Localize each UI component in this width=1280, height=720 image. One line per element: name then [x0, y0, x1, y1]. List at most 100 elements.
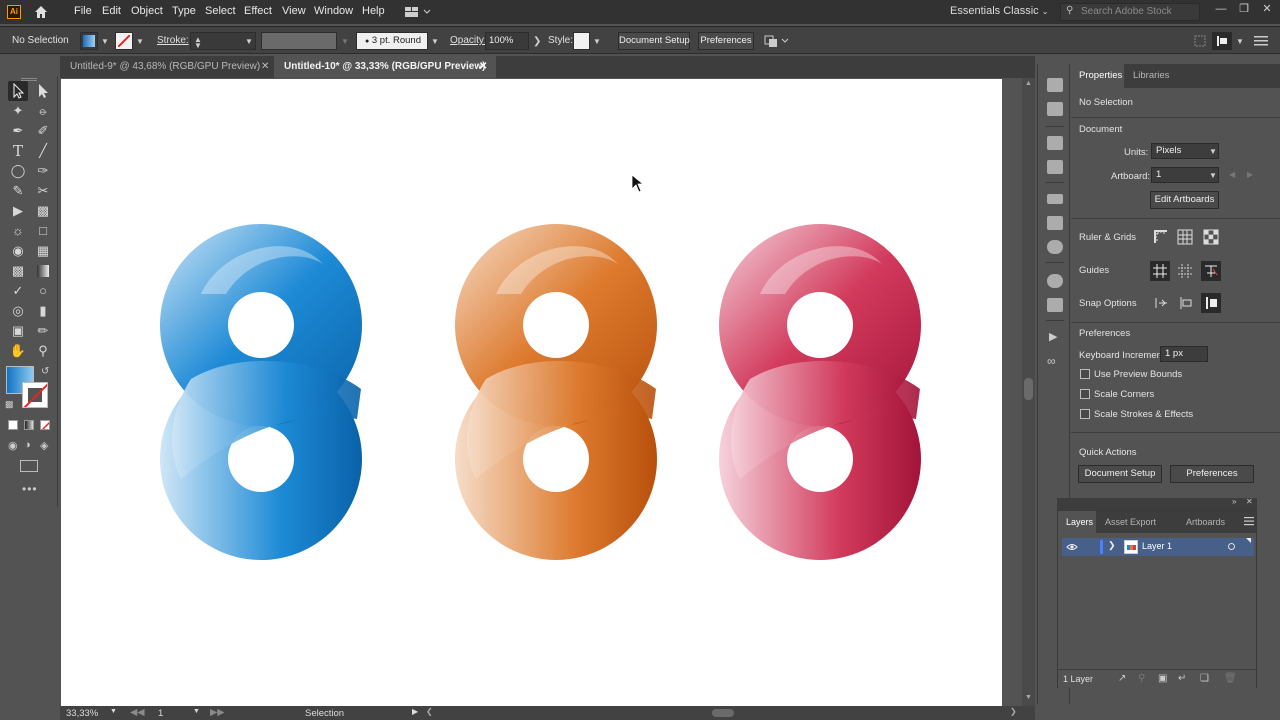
pen-tool-icon[interactable]: ✒ [8, 121, 28, 141]
artboard-dropdown-icon[interactable]: ▼ [193, 708, 200, 715]
minimize-icon[interactable]: — [1214, 3, 1228, 17]
eyedropper-icon[interactable]: ✓ [8, 281, 28, 301]
preferences-button[interactable]: Preferences [698, 32, 754, 50]
clipping-mask-icon[interactable]: ▣ [1158, 673, 1167, 684]
snap-to-grid-icon[interactable] [1177, 295, 1193, 311]
artboard[interactable] [61, 79, 1002, 706]
snap-dropdown-icon[interactable]: ▼ [1236, 37, 1244, 46]
prev-artboard-icon[interactable]: ◀ [1229, 170, 1235, 179]
tab-layers[interactable]: Layers [1066, 517, 1093, 527]
lock-guides-icon[interactable] [1177, 263, 1193, 279]
stroke-label[interactable]: Stroke: [157, 35, 189, 46]
warp-tool-icon[interactable]: ☼ [8, 221, 28, 241]
zoom-dropdown-icon[interactable]: ▼ [110, 708, 117, 715]
snap-to-point-icon[interactable] [1153, 295, 1169, 311]
links-icon[interactable]: ∞ [1047, 354, 1056, 368]
symbol-sprayer-icon[interactable]: ◎ [8, 301, 28, 321]
blend-tool-icon[interactable]: ○ [33, 281, 53, 301]
stroke-color-swatch[interactable] [22, 382, 48, 408]
arrange-documents-icon[interactable] [404, 5, 432, 19]
selection-tool-icon[interactable] [8, 81, 28, 101]
locate-object-icon[interactable]: ⚲ [1138, 673, 1145, 684]
first-artboard-icon[interactable]: ◀◀ [130, 707, 145, 718]
new-sublayer-icon[interactable]: ↵ [1178, 673, 1186, 684]
brush-definition[interactable]: ● 3 pt. Round [356, 32, 428, 50]
artboard-number[interactable]: 1 [158, 708, 163, 719]
restore-icon[interactable]: ❐ [1237, 3, 1251, 17]
menu-file[interactable]: File [74, 5, 92, 17]
zoom-level[interactable]: 33,33% [66, 708, 98, 719]
collapse-panel-icon[interactable]: » [1232, 497, 1236, 506]
snap-to-pixel-option-button[interactable] [1201, 293, 1221, 313]
gradient-panel-icon[interactable] [1047, 216, 1063, 230]
close-window-icon[interactable]: ✕ [1260, 3, 1274, 17]
new-layer-icon[interactable]: ❏ [1200, 673, 1209, 684]
menu-window[interactable]: Window [314, 5, 353, 17]
draw-inside-icon[interactable]: ◈ [40, 439, 48, 452]
units-dropdown[interactable]: Pixels ▼ [1151, 143, 1219, 159]
scissors-icon[interactable]: ✂ [33, 181, 53, 201]
menu-edit[interactable]: Edit [102, 5, 121, 17]
none-mode-icon[interactable] [40, 420, 50, 430]
expand-layer-icon[interactable]: ❯ [1108, 540, 1116, 551]
search-stock-input[interactable]: ⚲ Search Adobe Stock [1060, 3, 1200, 21]
line-tool-icon[interactable]: ╱ [33, 141, 53, 161]
tab-properties[interactable]: Properties [1079, 70, 1122, 81]
fill-swatch[interactable] [80, 32, 98, 50]
menu-select[interactable]: Select [205, 5, 236, 17]
workspace-switcher[interactable]: Essentials Classic ⌄ [942, 2, 1056, 22]
transparency-icon[interactable] [1047, 240, 1063, 254]
shaper-tool-icon[interactable]: ✎ [8, 181, 28, 201]
edit-artboards-button[interactable]: Edit Artboards [1150, 191, 1219, 209]
perspective-grid-icon[interactable]: ▦ [33, 241, 53, 261]
hscroll-left-icon[interactable]: ❮ [426, 707, 433, 716]
artboard-tool-icon[interactable]: ▣ [8, 321, 28, 341]
type-tool-icon[interactable]: T [8, 141, 28, 161]
graphic-style-swatch[interactable] [573, 32, 590, 50]
delete-layer-icon[interactable]: 🗑 [1224, 673, 1237, 684]
target-icon[interactable] [1228, 543, 1235, 550]
export-icon[interactable] [1047, 298, 1063, 312]
direct-selection-tool-icon[interactable] [33, 81, 53, 101]
tab-untitled-9[interactable]: Untitled-9* @ 43,68% (RGB/GPU Preview) ✕ [60, 56, 274, 78]
qa-document-setup-button[interactable]: Document Setup [1078, 465, 1162, 483]
eye-icon[interactable] [1066, 543, 1078, 551]
slice-tool-icon[interactable]: ✏ [33, 321, 53, 341]
tab-untitled-10[interactable]: Untitled-10* @ 33,33% (RGB/GPU Preview) … [274, 56, 496, 78]
transparency-grid-icon[interactable] [1203, 229, 1219, 245]
opacity-expand-icon[interactable]: ❯ [533, 36, 541, 47]
style-dropdown-icon[interactable]: ▼ [593, 37, 601, 46]
brush-dropdown-icon[interactable]: ▼ [431, 37, 439, 46]
color-mode-icon[interactable] [8, 420, 18, 430]
smart-guides-button[interactable] [1201, 261, 1221, 281]
appearance-icon[interactable] [1047, 78, 1063, 92]
variable-width-profile[interactable] [261, 32, 337, 50]
artboard-dropdown[interactable]: 1 ▼ [1151, 167, 1219, 183]
image-trace-icon[interactable] [1047, 102, 1063, 116]
rulers-icon[interactable] [1153, 229, 1169, 245]
stroke-dropdown-icon[interactable]: ▼ [136, 37, 144, 46]
menu-type[interactable]: Type [172, 5, 196, 17]
color-guide-icon[interactable] [1047, 274, 1063, 288]
layer-row[interactable]: ❯ Layer 1 [1062, 538, 1254, 556]
default-colors-icon[interactable]: ▩ [5, 399, 14, 410]
opacity-input[interactable]: 100% [485, 32, 529, 50]
swap-colors-icon[interactable]: ↺ [41, 366, 49, 377]
magic-wand-icon[interactable]: ✦ [8, 101, 28, 121]
qa-preferences-button[interactable]: Preferences [1170, 465, 1254, 483]
document-setup-button[interactable]: Document Setup [618, 32, 690, 50]
lasso-icon[interactable]: ⦵ [33, 101, 53, 121]
gradient-tool-icon[interactable] [33, 261, 53, 281]
gradient-mode-icon[interactable] [24, 420, 34, 430]
close-tab-icon[interactable]: ✕ [261, 56, 269, 78]
edit-toolbar-icon[interactable]: ••• [22, 482, 38, 496]
panel-menu-icon[interactable] [1254, 35, 1268, 47]
snap-to-pixel-button[interactable] [1212, 32, 1232, 50]
opacity-label[interactable]: Opacity: [450, 35, 487, 46]
curvature-tool-icon[interactable]: ✐ [33, 121, 53, 141]
align-artboard-icon[interactable] [1194, 35, 1206, 47]
close-tab-icon[interactable]: ✕ [479, 56, 487, 78]
horizontal-scroll-thumb[interactable] [712, 709, 734, 717]
reflect-tool-icon[interactable]: ▶ [8, 201, 28, 221]
layer-name[interactable]: Layer 1 [1142, 541, 1172, 551]
